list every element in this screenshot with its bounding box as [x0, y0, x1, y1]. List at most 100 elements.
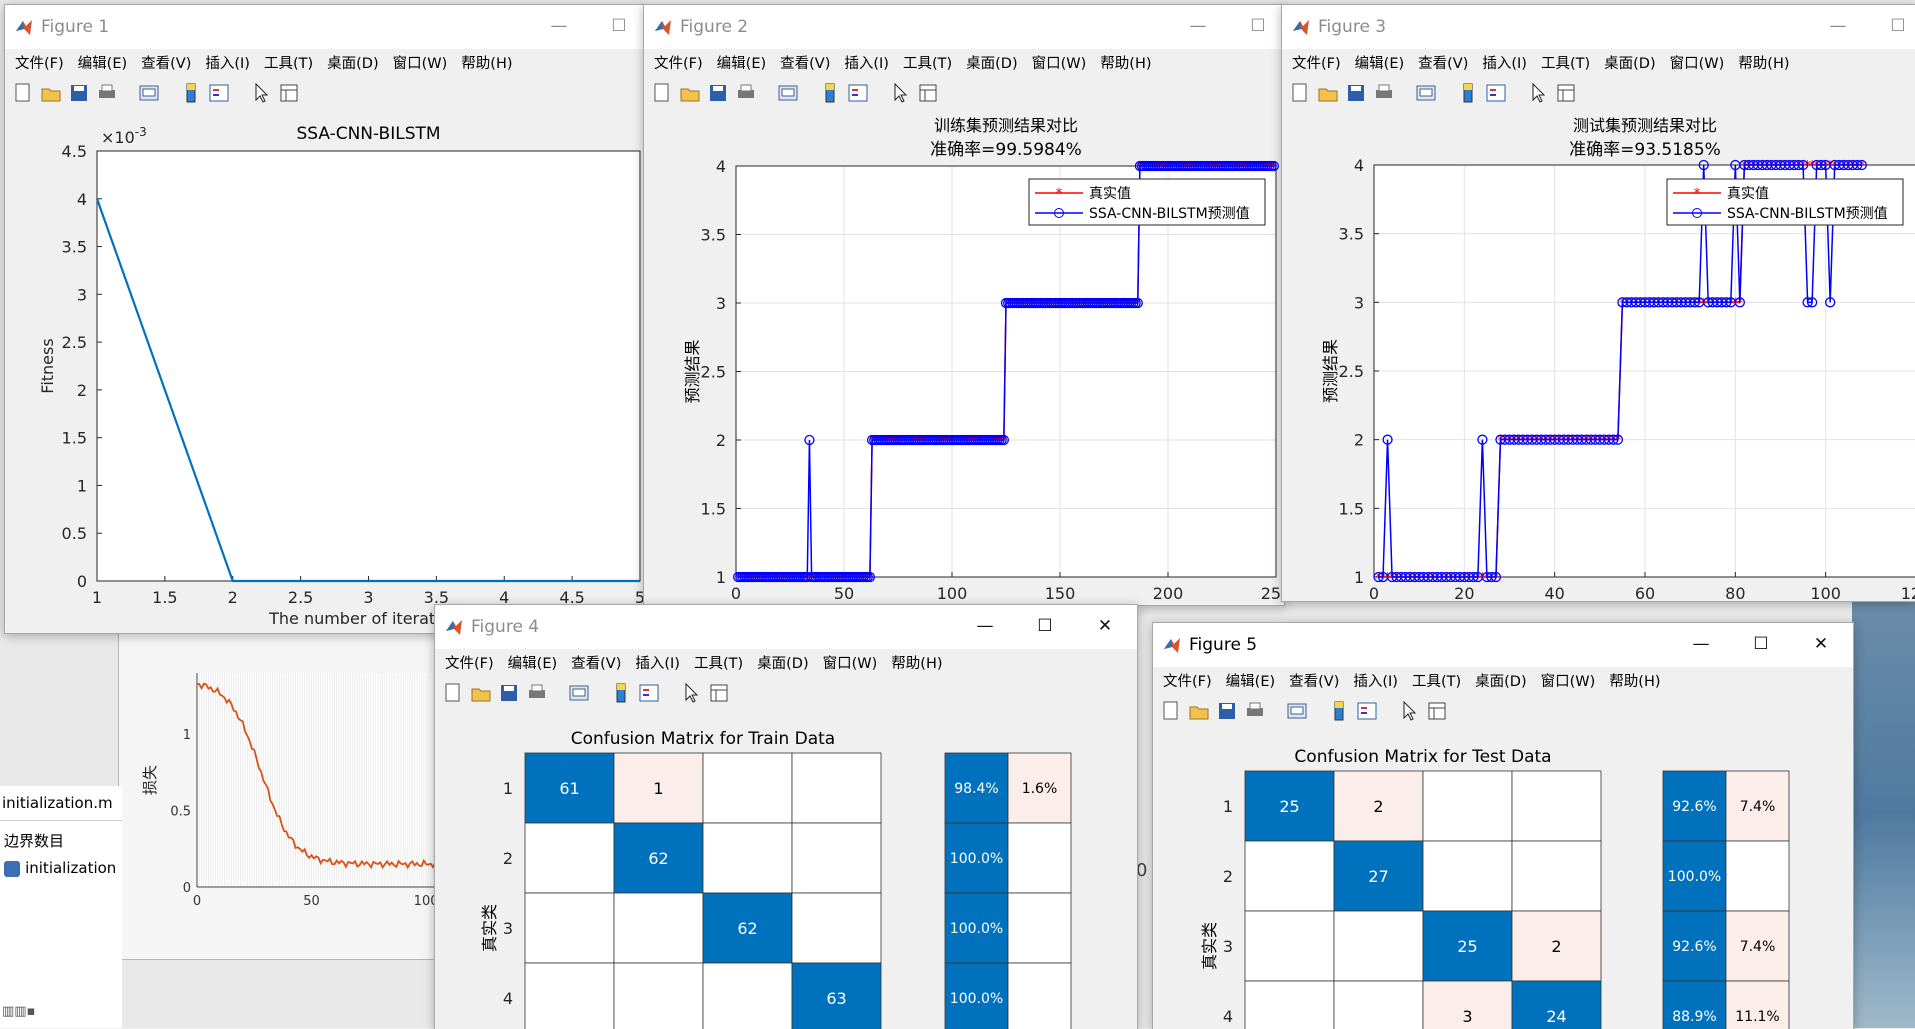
property-inspector-icon[interactable] [1554, 81, 1578, 105]
maximize-button[interactable]: ☐ [1882, 11, 1914, 41]
menu-item-3[interactable]: 插入(I) [1476, 49, 1535, 73]
figure-5-titlebar[interactable]: Figure 5 — ☐ ✕ [1153, 623, 1853, 667]
menu-item-6[interactable]: 窗口(W) [1026, 49, 1095, 73]
figure-3-titlebar[interactable]: Figure 3 — ☐ [1282, 5, 1915, 49]
menu-item-3[interactable]: 插入(I) [1347, 667, 1406, 691]
new-figure-icon[interactable] [1159, 699, 1183, 723]
print-icon[interactable] [734, 81, 758, 105]
menu-item-5[interactable]: 桌面(D) [1598, 49, 1663, 73]
menu-item-0[interactable]: 文件(F) [1282, 49, 1349, 73]
figure-1-window[interactable]: Figure 1 — ☐ 文件(F) 编辑(E) 查看(V) 插入(I) 工具(T) 桌面… [4, 4, 646, 634]
link-plot-icon[interactable] [1285, 699, 1309, 723]
property-inspector-icon[interactable] [707, 681, 731, 705]
pointer-icon[interactable] [679, 681, 703, 705]
new-figure-icon[interactable] [11, 81, 35, 105]
minimize-button[interactable]: — [1182, 11, 1214, 41]
print-icon[interactable] [1243, 699, 1267, 723]
menu-item-6[interactable]: 窗口(W) [387, 49, 456, 73]
menu-item-1[interactable]: 编辑(E) [1220, 667, 1283, 691]
legend-icon[interactable] [207, 81, 231, 105]
menu-item-7[interactable]: 帮助(H) [455, 49, 520, 73]
menu-item-6[interactable]: 窗口(W) [1535, 667, 1604, 691]
figure-2-titlebar[interactable]: Figure 2 — ☐ [644, 5, 1284, 49]
menu-item-1[interactable]: 编辑(E) [502, 649, 565, 673]
maximize-button[interactable]: ☐ [1029, 611, 1061, 641]
figure-5-window[interactable]: Figure 5 — ☐ ✕ 文件(F) 编辑(E) 查看(V) 插入(I) 工具(T)… [1152, 622, 1854, 1029]
menu-item-2[interactable]: 查看(V) [565, 649, 629, 673]
pointer-icon[interactable] [888, 81, 912, 105]
menu-item-1[interactable]: 编辑(E) [1349, 49, 1412, 73]
save-icon[interactable] [67, 81, 91, 105]
menu-item-7[interactable]: 帮助(H) [1094, 49, 1159, 73]
print-icon[interactable] [525, 681, 549, 705]
maximize-button[interactable]: ☐ [1242, 11, 1274, 41]
menu-item-3[interactable]: 插入(I) [199, 49, 258, 73]
link-plot-icon[interactable] [776, 81, 800, 105]
colorbar-icon[interactable] [609, 681, 633, 705]
menu-item-7[interactable]: 帮助(H) [1732, 49, 1797, 73]
print-icon[interactable] [95, 81, 119, 105]
menu-item-4[interactable]: 工具(T) [688, 649, 751, 673]
open-file-icon[interactable] [678, 81, 702, 105]
menu-item-2[interactable]: 查看(V) [135, 49, 199, 73]
menu-item-5[interactable]: 桌面(D) [321, 49, 386, 73]
menu-item-0[interactable]: 文件(F) [435, 649, 502, 673]
menu-item-4[interactable]: 工具(T) [1535, 49, 1598, 73]
figure-1-titlebar[interactable]: Figure 1 — ☐ [5, 5, 645, 49]
menu-item-2[interactable]: 查看(V) [774, 49, 838, 73]
figure-4-titlebar[interactable]: Figure 4 — ☐ ✕ [435, 605, 1137, 649]
legend-icon[interactable] [846, 81, 870, 105]
colorbar-icon[interactable] [179, 81, 203, 105]
maximize-button[interactable]: ☐ [1745, 629, 1777, 659]
link-plot-icon[interactable] [567, 681, 591, 705]
pointer-icon[interactable] [1397, 699, 1421, 723]
menu-item-2[interactable]: 查看(V) [1412, 49, 1476, 73]
minimize-button[interactable]: — [1822, 11, 1854, 41]
file-item[interactable]: initialization [4, 858, 116, 877]
menu-item-0[interactable]: 文件(F) [1153, 667, 1220, 691]
property-inspector-icon[interactable] [277, 81, 301, 105]
property-inspector-icon[interactable] [1425, 699, 1449, 723]
colorbar-icon[interactable] [1456, 81, 1480, 105]
maximize-button[interactable]: ☐ [603, 11, 635, 41]
menu-item-7[interactable]: 帮助(H) [885, 649, 950, 673]
new-figure-icon[interactable] [650, 81, 674, 105]
open-file-icon[interactable] [1187, 699, 1211, 723]
open-file-icon[interactable] [469, 681, 493, 705]
colorbar-icon[interactable] [1327, 699, 1351, 723]
save-icon[interactable] [1344, 81, 1368, 105]
property-inspector-icon[interactable] [916, 81, 940, 105]
legend-icon[interactable] [1355, 699, 1379, 723]
save-icon[interactable] [1215, 699, 1239, 723]
minimize-button[interactable]: — [1685, 629, 1717, 659]
menu-item-1[interactable]: 编辑(E) [72, 49, 135, 73]
menu-item-6[interactable]: 窗口(W) [1664, 49, 1733, 73]
close-button[interactable]: ✕ [1089, 611, 1121, 641]
menu-item-0[interactable]: 文件(F) [644, 49, 711, 73]
open-file-icon[interactable] [39, 81, 63, 105]
print-icon[interactable] [1372, 81, 1396, 105]
menu-item-6[interactable]: 窗口(W) [817, 649, 886, 673]
menu-item-2[interactable]: 查看(V) [1283, 667, 1347, 691]
figure-3-window[interactable]: Figure 3 — ☐ 文件(F) 编辑(E) 查看(V) 插入(I) 工具(T) 桌面… [1281, 4, 1915, 602]
minimize-button[interactable]: — [969, 611, 1001, 641]
minimize-button[interactable]: — [543, 11, 575, 41]
new-figure-icon[interactable] [1288, 81, 1312, 105]
save-icon[interactable] [706, 81, 730, 105]
menu-item-7[interactable]: 帮助(H) [1603, 667, 1668, 691]
pointer-icon[interactable] [1526, 81, 1550, 105]
open-file-icon[interactable] [1316, 81, 1340, 105]
menu-item-5[interactable]: 桌面(D) [1469, 667, 1534, 691]
menu-item-5[interactable]: 桌面(D) [960, 49, 1025, 73]
colorbar-icon[interactable] [818, 81, 842, 105]
menu-item-0[interactable]: 文件(F) [5, 49, 72, 73]
menu-item-4[interactable]: 工具(T) [258, 49, 321, 73]
figure-2-window[interactable]: Figure 2 — ☐ 文件(F) 编辑(E) 查看(V) 插入(I) 工具(T) 桌面… [643, 4, 1285, 606]
link-plot-icon[interactable] [1414, 81, 1438, 105]
editor-tab[interactable]: initialization.m [2, 794, 113, 812]
status-scroll[interactable]: ▥▥▪ [2, 1004, 35, 1019]
close-button[interactable]: ✕ [1805, 629, 1837, 659]
pointer-icon[interactable] [249, 81, 273, 105]
menu-item-3[interactable]: 插入(I) [629, 649, 688, 673]
menu-item-4[interactable]: 工具(T) [897, 49, 960, 73]
